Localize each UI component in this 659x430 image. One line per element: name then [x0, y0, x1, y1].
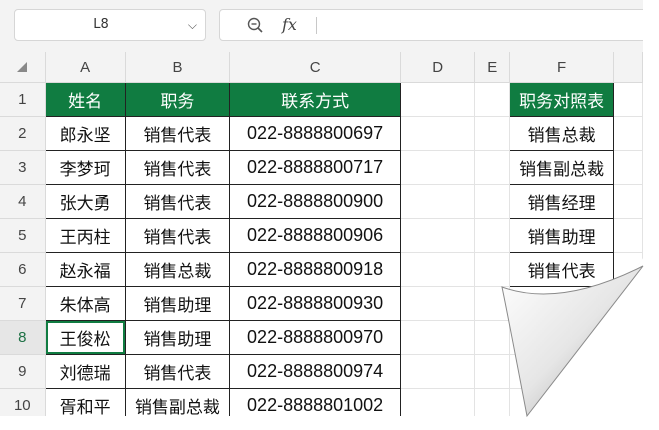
- page-curl-decoration: [501, 265, 644, 418]
